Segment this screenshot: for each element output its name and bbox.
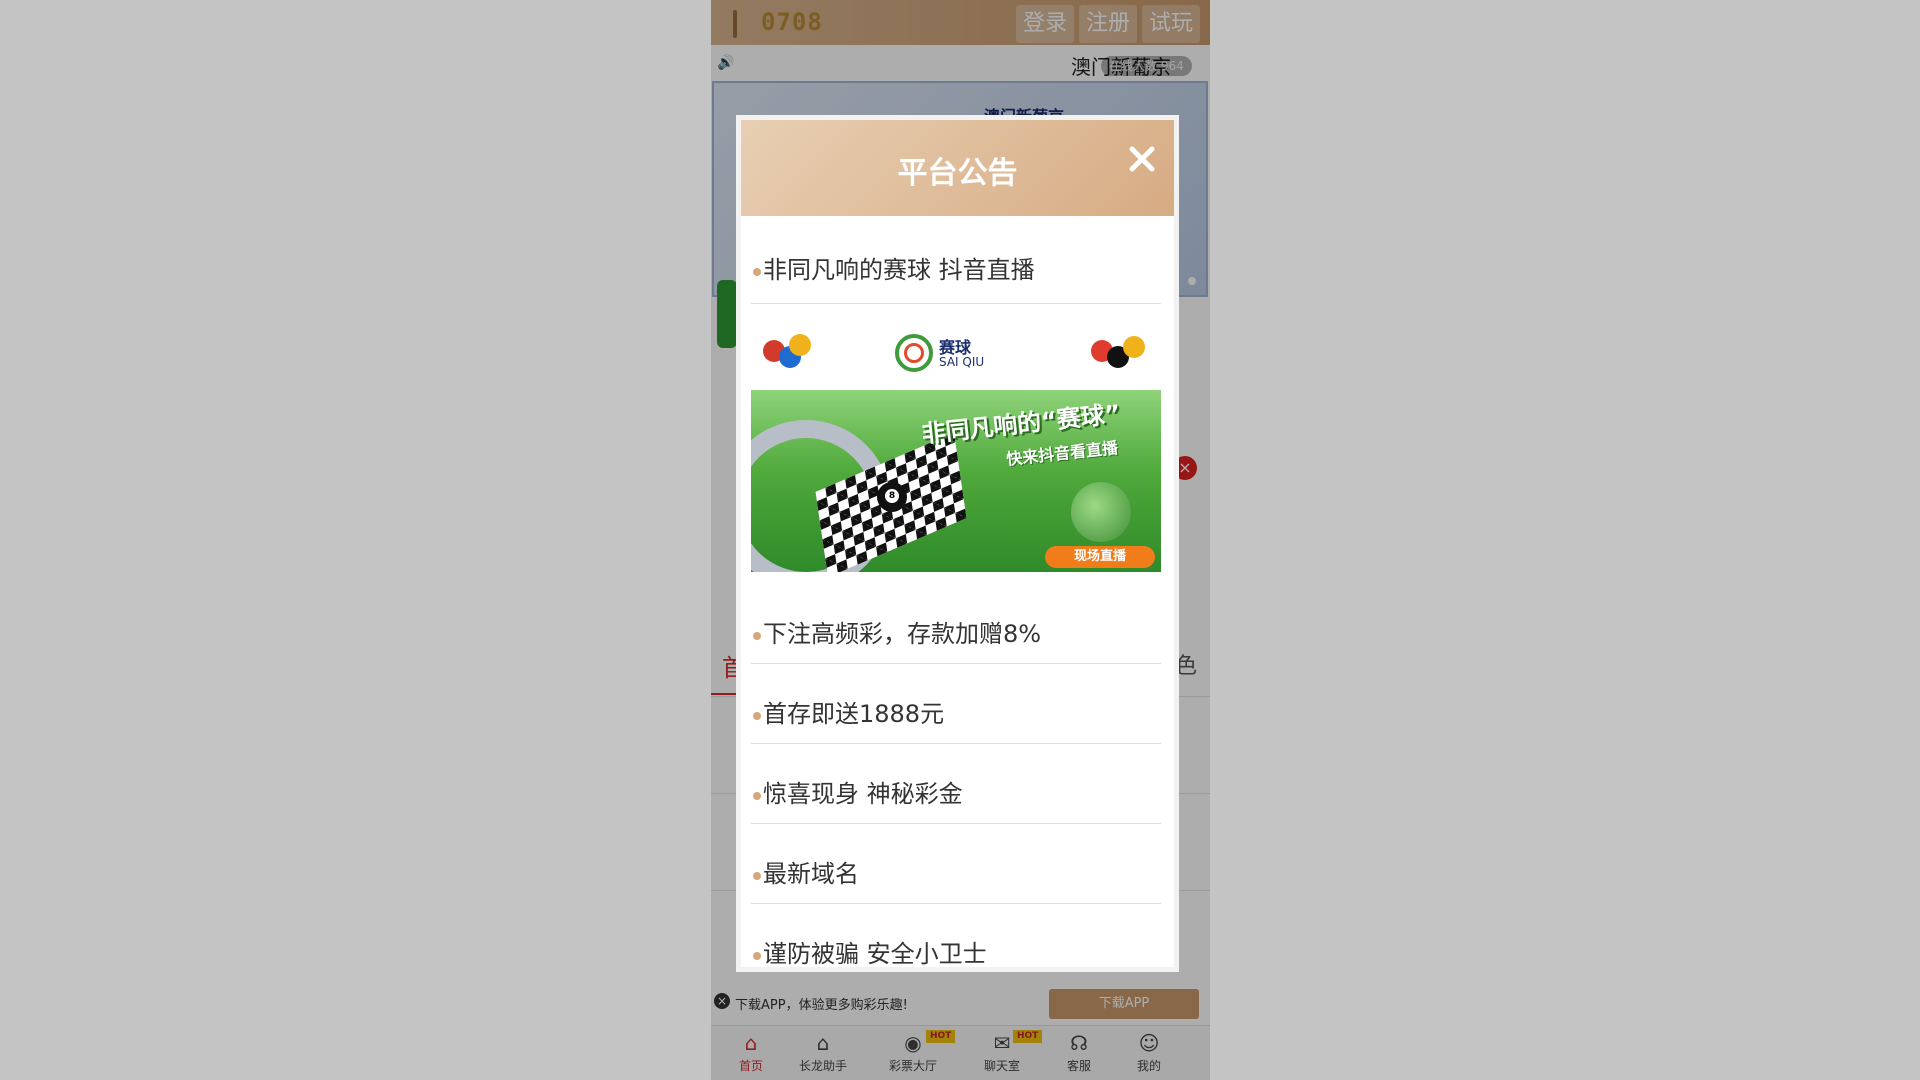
live-stream-button[interactable]: 现场直播 xyxy=(1045,546,1155,568)
billiard-ball-icon xyxy=(789,334,811,356)
announcement-text: 首存即送1888元 xyxy=(763,700,945,728)
announcement-text: 非同凡响的赛球 抖音直播 xyxy=(763,256,1035,284)
announcement-text: 谨防被骗 安全小卫士 xyxy=(763,940,987,968)
announcement-list: 非同凡响的赛球 抖音直播 赛球 SAI QIU 8 非同凡响的“赛球” 快来抖音… xyxy=(751,216,1161,968)
announcement-modal: 平台公告 非同凡响的赛球 抖音直播 赛球 SAI QIU 8 非同凡响的“赛球”… xyxy=(736,115,1179,972)
green-balls-icon xyxy=(1071,482,1131,542)
modal-header: 平台公告 xyxy=(741,120,1174,216)
announcement-item[interactable]: 最新域名 xyxy=(751,824,1161,904)
announcement-item[interactable]: 非同凡响的赛球 抖音直播 xyxy=(751,216,1161,304)
bullet-icon xyxy=(753,792,761,800)
announcement-text: 惊喜现身 神秘彩金 xyxy=(763,780,963,808)
announcement-item[interactable]: 下注高频彩，存款加赠8% xyxy=(751,584,1161,664)
bullet-icon xyxy=(753,872,761,880)
bullet-icon xyxy=(753,712,761,720)
announcement-item[interactable]: 惊喜现身 神秘彩金 xyxy=(751,744,1161,824)
bullet-icon xyxy=(753,952,761,960)
ball-number: 8 xyxy=(885,489,899,503)
promo-image[interactable]: 8 非同凡响的“赛球” 快来抖音看直播 现场直播 xyxy=(751,390,1161,572)
brand-name-en: SAI QIU xyxy=(939,355,985,369)
announcement-item[interactable]: 谨防被骗 安全小卫士 xyxy=(751,904,1161,968)
bullet-icon xyxy=(753,268,761,276)
billiard-ball-icon xyxy=(1123,336,1145,358)
bullet-icon xyxy=(753,632,761,640)
promo-subline: 快来抖音看直播 xyxy=(1005,438,1119,469)
close-icon[interactable] xyxy=(1125,142,1159,176)
announcement-text: 下注高频彩，存款加赠8% xyxy=(763,620,1042,648)
modal-title: 平台公告 xyxy=(897,156,1018,191)
announcement-item[interactable]: 首存即送1888元 xyxy=(751,664,1161,744)
announcement-text: 最新域名 xyxy=(763,860,859,888)
promo-block[interactable]: 赛球 SAI QIU 8 非同凡响的“赛球” 快来抖音看直播 现场直播 xyxy=(751,304,1161,584)
eight-ball-icon: 8 xyxy=(877,482,907,512)
saiqiu-logo-icon xyxy=(895,334,933,372)
promo-brand-bar: 赛球 SAI QIU xyxy=(751,322,1161,384)
